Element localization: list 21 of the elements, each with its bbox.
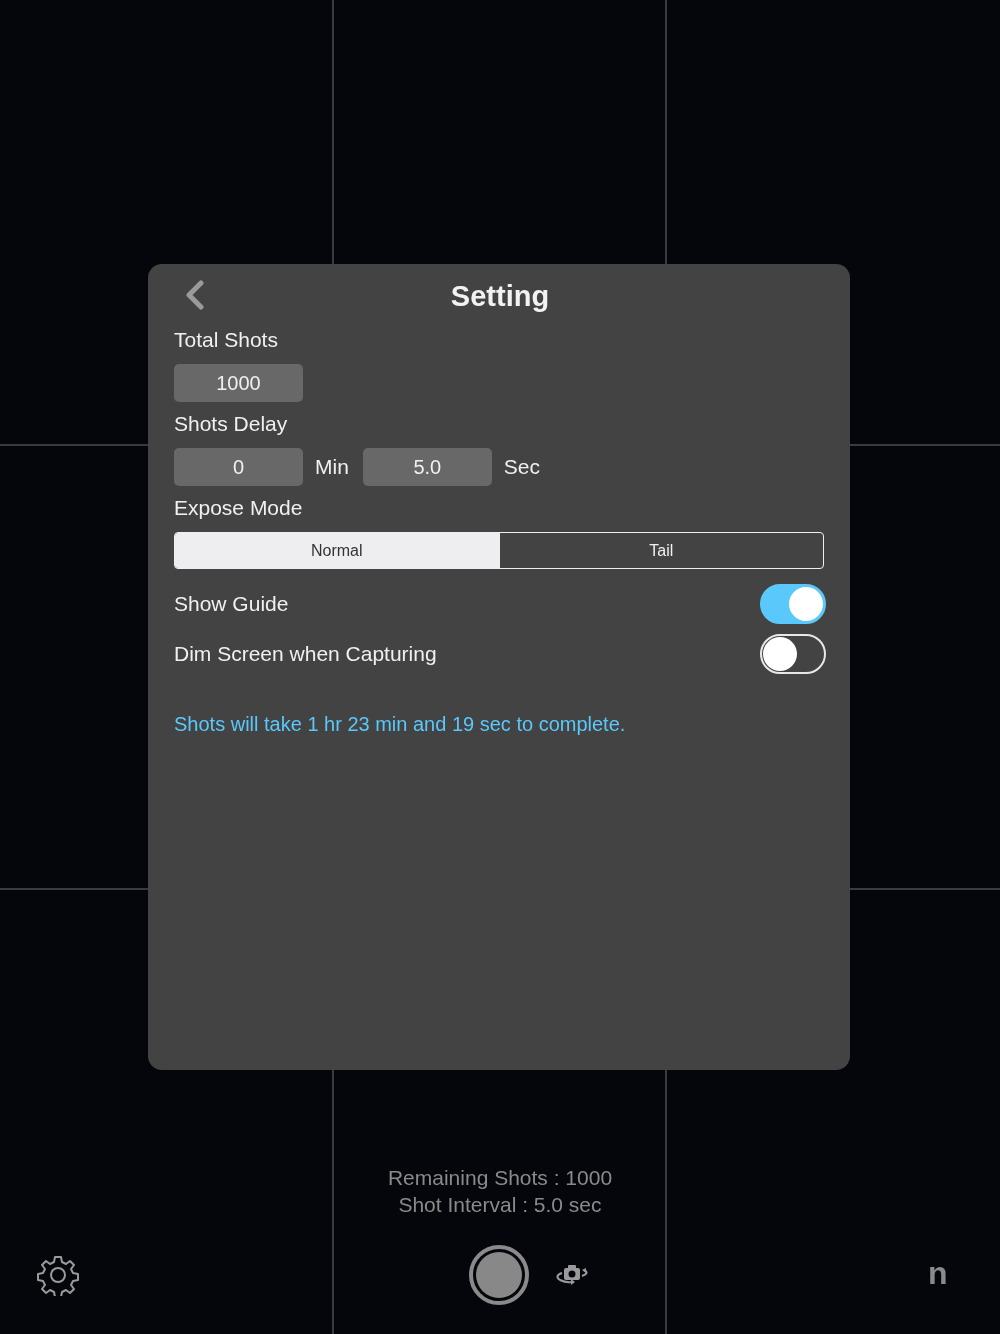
segment-option[interactable]: Normal [175, 533, 499, 568]
seconds-field[interactable]: 5.0 [362, 448, 492, 486]
settings-icon[interactable] [37, 1254, 79, 1296]
field-label: Total Shots [174, 328, 279, 352]
unit-label: Min [315, 455, 349, 479]
segment-option[interactable]: Tail [498, 533, 823, 568]
panel-title: Setting [450, 279, 550, 313]
shutter-button[interactable] [469, 1245, 529, 1305]
toggle-switch[interactable] [760, 584, 826, 624]
back-button[interactable] [184, 280, 206, 310]
total-shots-field[interactable]: 1000 [174, 364, 303, 402]
unit-label: Sec [503, 455, 541, 479]
field-label: Expose Mode [174, 496, 304, 520]
toggle-label: Dim Screen when Capturing [174, 642, 437, 666]
info-text: Shots will take 1 hr 23 min and 19 sec to complete. [174, 713, 627, 736]
status-text: Shot Interval : 5.0 sec [398, 1192, 602, 1218]
toggle-label: Show Guide [174, 592, 289, 616]
brand-key[interactable]: n [928, 1255, 948, 1292]
status-text: Remaining Shots : 1000 [387, 1165, 613, 1191]
field-label: Shots Delay [174, 412, 289, 436]
minutes-field[interactable]: 0 [174, 448, 303, 486]
